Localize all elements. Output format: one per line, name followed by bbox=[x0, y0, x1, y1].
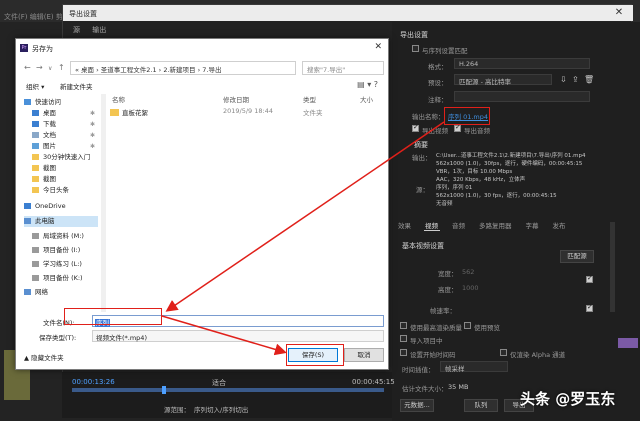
arrow-to-save bbox=[161, 315, 287, 356]
arrow-to-filename bbox=[165, 121, 445, 312]
watermark: 头条 @罗玉东 bbox=[520, 390, 616, 408]
annotation-arrows bbox=[161, 121, 445, 356]
